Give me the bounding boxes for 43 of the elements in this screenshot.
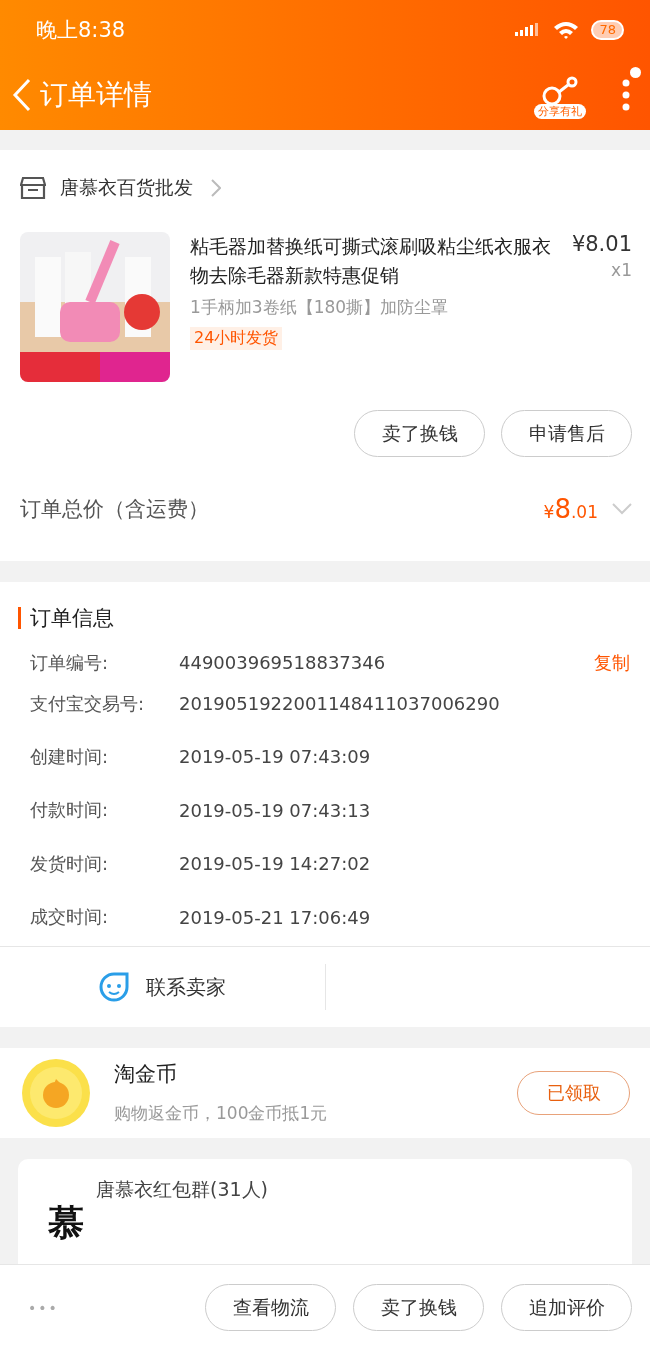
coin-icon — [20, 1056, 92, 1129]
coin-subtitle: 购物返金币，100金币抵1元 — [114, 1102, 329, 1126]
product-title[interactable]: 粘毛器加替换纸可撕式滚刷吸粘尘纸衣服衣物去除毛器新款特惠促销 — [190, 232, 564, 290]
info-label: 发货时间: — [30, 851, 110, 876]
total-label: 订单总价（含运费） — [20, 496, 210, 523]
info-label: 成交时间: — [30, 905, 110, 930]
contact-seller-button[interactable]: 联系卖家 — [0, 971, 325, 1003]
more-icon[interactable] — [622, 79, 630, 111]
info-value: 2019-05-21 17:06:49 — [179, 906, 372, 928]
product-quantity: x1 — [611, 260, 632, 280]
group-card[interactable]: 慕 唐慕衣红包群(31人) — [18, 1158, 632, 1264]
section-title: 订单信息 — [30, 605, 114, 632]
action-button[interactable]: 追加评价 — [501, 1284, 632, 1331]
chevron-right-icon[interactable] — [211, 179, 221, 197]
info-label: 订单编号: — [30, 650, 110, 675]
info-label: 付款时间: — [30, 798, 110, 823]
coin-title: 淘金币 — [114, 1061, 178, 1089]
back-icon[interactable] — [12, 78, 32, 112]
action-button[interactable]: 申请售后 — [501, 410, 632, 457]
group-logo: 慕 — [47, 1200, 84, 1245]
status-time: 晚上8:38 — [36, 17, 127, 44]
product-price: ¥8.01 — [571, 232, 632, 256]
shop-icon — [20, 176, 46, 200]
chat-icon — [98, 971, 131, 1003]
action-button[interactable]: 卖了换钱 — [354, 410, 485, 457]
info-value: 2019051922001148411037006290 — [179, 693, 501, 714]
shipping-tag: 24小时发货 — [190, 327, 283, 350]
action-button[interactable]: 卖了换钱 — [353, 1284, 484, 1331]
info-value: 2019-05-19 14:27:02 — [179, 853, 372, 875]
action-button[interactable]: 查看物流 — [205, 1284, 336, 1331]
info-label: 支付宝交易号: — [30, 691, 146, 716]
shop-name[interactable]: 唐慕衣百货批发 — [60, 175, 193, 201]
info-value: 2019-05-19 07:43:09 — [179, 746, 372, 768]
product-sku: 1手柄加3卷纸【180撕】加防尘罩 — [190, 296, 449, 319]
wifi-icon — [553, 20, 580, 40]
info-value: 449003969518837346 — [179, 652, 387, 673]
info-value: 2019-05-19 07:43:13 — [179, 799, 372, 821]
battery-indicator: 78 — [591, 20, 624, 40]
group-name: 唐慕衣红包群(31人) — [96, 1176, 268, 1202]
info-label: 创建时间: — [30, 744, 110, 769]
total-price: ¥8.01 — [543, 494, 598, 524]
expand-icon[interactable] — [612, 503, 632, 515]
page-title: 订单详情 — [40, 77, 152, 113]
